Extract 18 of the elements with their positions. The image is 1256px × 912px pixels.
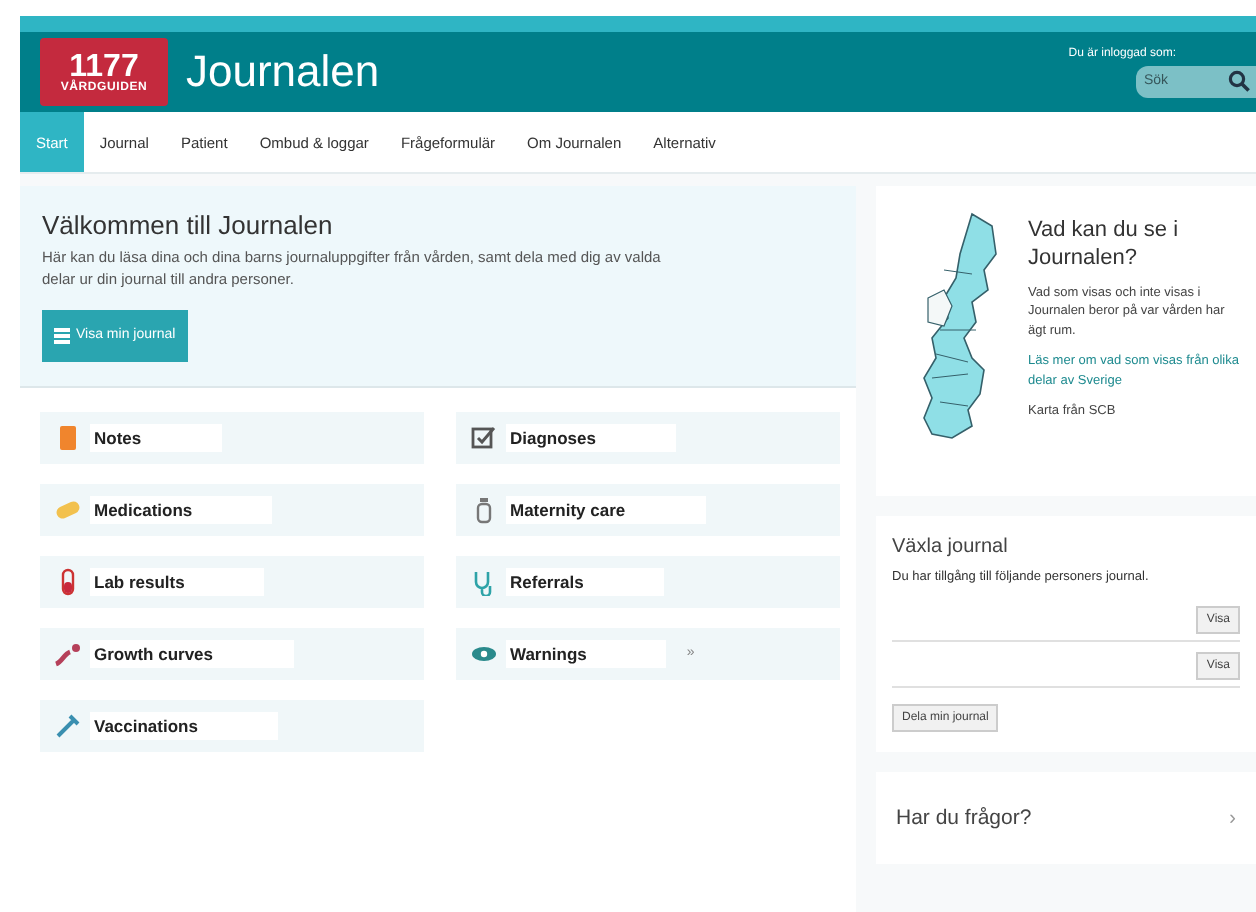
category-card[interactable]: Growth curves [40, 627, 424, 680]
category-card[interactable]: Referrals [456, 555, 840, 608]
curve-icon [54, 639, 82, 668]
category-card[interactable]: Maternity care [456, 483, 840, 536]
category-card[interactable]: Diagnoses [456, 411, 840, 464]
notebook-icon [54, 423, 82, 452]
questions-card[interactable]: Har du frågor? › [876, 772, 1256, 864]
category-card[interactable]: Medications [40, 483, 424, 536]
category-card[interactable]: Lab results [40, 555, 424, 608]
category-card[interactable]: Notes [40, 411, 424, 464]
category-card[interactable]: Vaccinations [40, 699, 424, 752]
switch-title: Växla journal [892, 536, 1010, 558]
welcome-title: Välkommen till Journalen [42, 210, 335, 240]
list-icon [54, 327, 70, 344]
checkbox-icon [470, 423, 498, 452]
search-icon[interactable] [1228, 70, 1250, 92]
info-title: Vad kan du se i Journalen? [1028, 218, 1181, 273]
app-title: Journalen [186, 46, 380, 98]
